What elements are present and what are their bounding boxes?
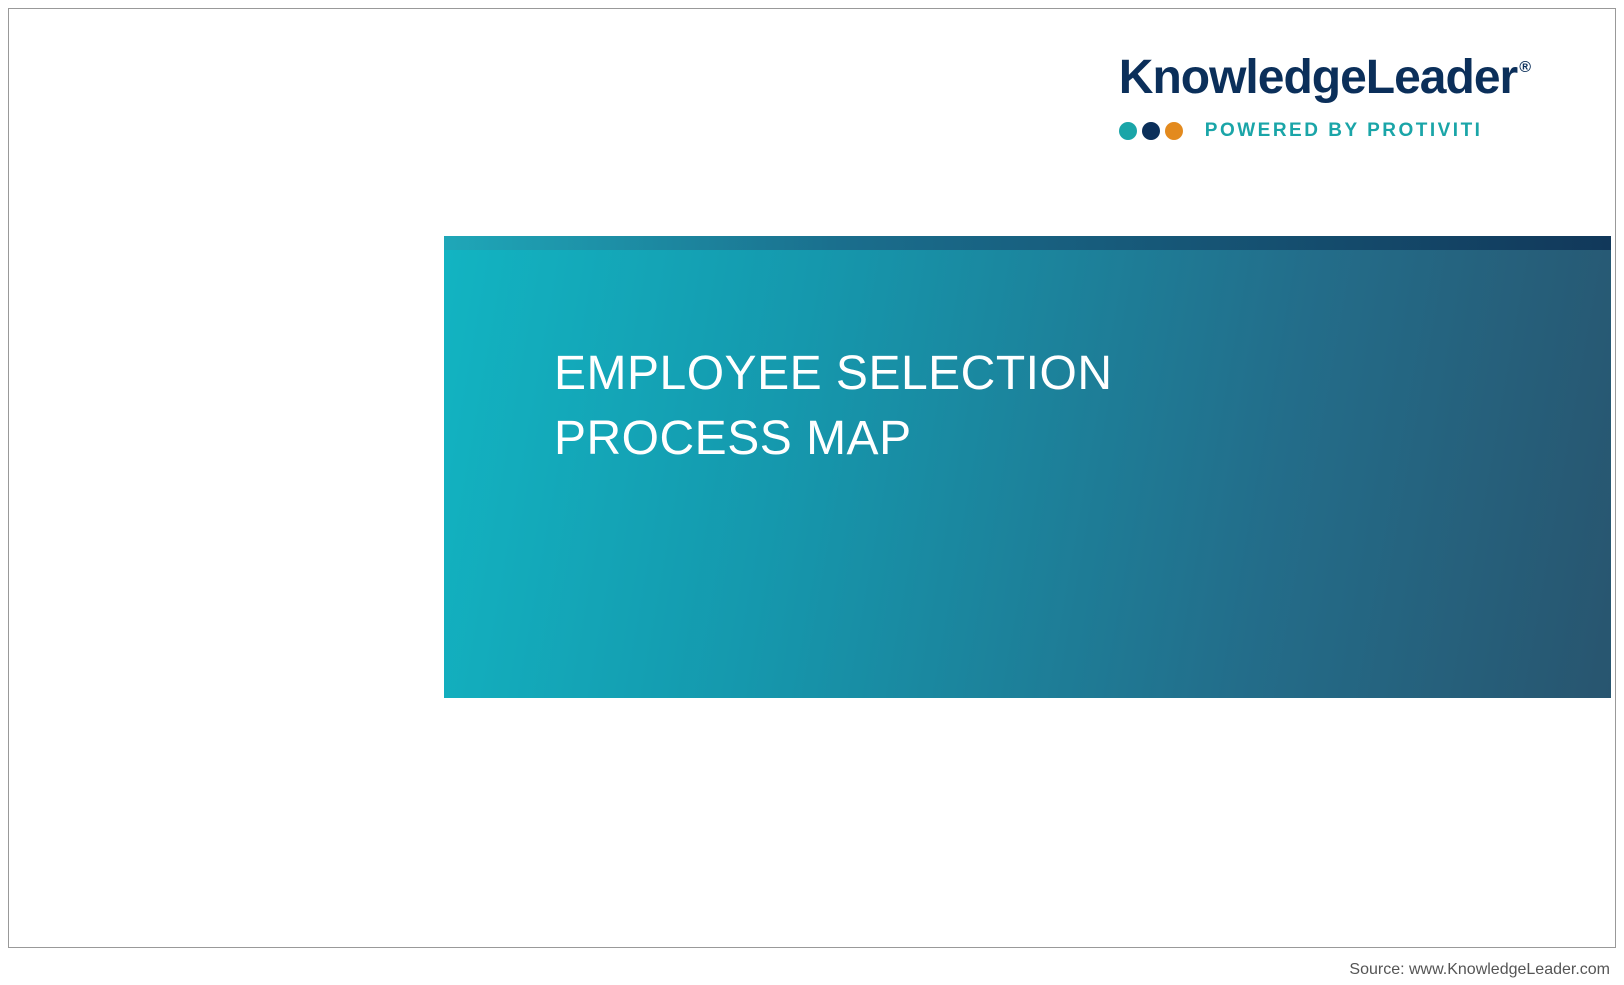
registered-mark: ®: [1519, 59, 1530, 76]
logo-subline: POWERED BY PROTIVITI: [1119, 120, 1530, 142]
slide-frame: KnowledgeLeader® POWERED BY PROTIVITI EM…: [8, 8, 1616, 948]
title-block: EMPLOYEE SELECTION PROCESS MAP: [444, 250, 1611, 698]
logo-area: KnowledgeLeader® POWERED BY PROTIVITI: [1119, 54, 1530, 142]
logo-brand-text: KnowledgeLeader: [1119, 51, 1517, 104]
dot-navy-icon: [1142, 122, 1160, 140]
source-attribution: Source: www.KnowledgeLeader.com: [1349, 961, 1610, 979]
logo-dots: [1119, 122, 1183, 140]
dot-orange-icon: [1165, 122, 1183, 140]
title-line-1: EMPLOYEE SELECTION: [554, 342, 1611, 407]
title-accent-bar: [444, 236, 1611, 250]
logo-tagline: POWERED BY PROTIVITI: [1205, 120, 1483, 142]
logo-brand: KnowledgeLeader®: [1119, 54, 1530, 102]
slide-title: EMPLOYEE SELECTION PROCESS MAP: [554, 342, 1611, 472]
title-line-2: PROCESS MAP: [554, 407, 1611, 472]
title-block-wrap: EMPLOYEE SELECTION PROCESS MAP: [444, 236, 1611, 698]
dot-teal-icon: [1119, 122, 1137, 140]
